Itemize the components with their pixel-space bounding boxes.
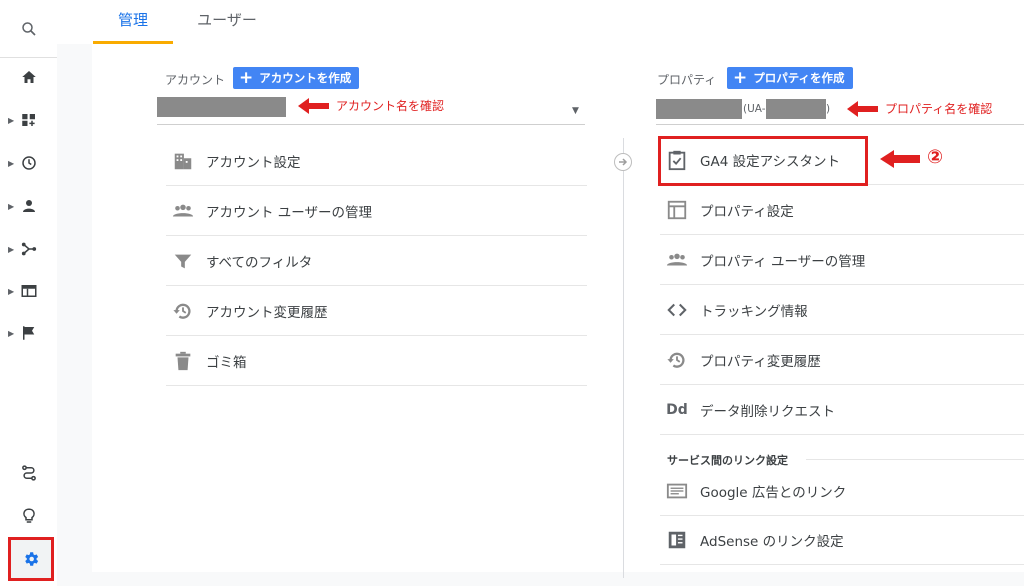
menu-label: アカウント設定 bbox=[206, 155, 301, 171]
behavior-icon bbox=[21, 285, 36, 297]
realtime-clock-icon bbox=[21, 156, 36, 170]
nav-conversions[interactable]: ▶ bbox=[0, 313, 57, 353]
nav-audience[interactable]: ▶ bbox=[0, 186, 57, 226]
search-button[interactable] bbox=[0, 0, 57, 58]
menu-tracking-info[interactable]: トラッキング情報 bbox=[660, 286, 1024, 335]
menu-property-user-management[interactable]: プロパティ ユーザーの管理 bbox=[660, 236, 1024, 285]
account-dropdown-caret-icon[interactable]: ▼ bbox=[572, 106, 579, 116]
menu-account-user-management[interactable]: アカウント ユーザーの管理 bbox=[166, 187, 587, 236]
nav-customization[interactable]: ▶ bbox=[0, 100, 57, 140]
link-section-divider bbox=[806, 459, 1024, 460]
menu-property-settings[interactable]: プロパティ設定 bbox=[660, 186, 1024, 235]
menu-label: ゴミ箱 bbox=[206, 355, 247, 371]
create-property-button[interactable]: + プロパティを作成 bbox=[727, 67, 853, 89]
menu-google-ads-link[interactable]: Google 広告とのリンク bbox=[660, 467, 1024, 516]
nav-home[interactable] bbox=[0, 57, 57, 97]
google-ads-icon bbox=[666, 480, 688, 502]
code-icon bbox=[666, 299, 688, 321]
menu-account-settings[interactable]: アカウント設定 bbox=[166, 137, 587, 186]
property-id-redacted bbox=[766, 99, 826, 119]
property-selector-underline[interactable] bbox=[656, 124, 1024, 125]
expand-caret-icon: ▶ bbox=[8, 244, 15, 254]
people-icon bbox=[172, 200, 194, 222]
expand-caret-icon: ▶ bbox=[8, 328, 15, 338]
nav-realtime[interactable]: ▶ bbox=[0, 143, 57, 183]
nav-behavior[interactable]: ▶ bbox=[0, 271, 57, 311]
customization-icon bbox=[21, 114, 35, 126]
callout-arrow-icon bbox=[880, 150, 920, 168]
nav-acquisition[interactable]: ▶ bbox=[0, 229, 57, 269]
home-icon bbox=[21, 71, 36, 83]
menu-label: AdSense のリンク設定 bbox=[700, 534, 844, 550]
property-code-suffix: ) bbox=[826, 103, 831, 115]
nav-attribution[interactable] bbox=[0, 453, 57, 493]
trash-icon bbox=[172, 350, 194, 372]
menu-trash[interactable]: ゴミ箱 bbox=[166, 337, 587, 386]
property-annotation: プロパティ名を確認 bbox=[885, 102, 993, 116]
menu-property-change-history[interactable]: プロパティ変更履歴 bbox=[660, 336, 1024, 385]
menu-label: アカウント ユーザーの管理 bbox=[206, 205, 373, 221]
dd-icon: Dd bbox=[666, 402, 688, 418]
account-selector-underline[interactable] bbox=[157, 124, 585, 125]
menu-label: アカウント変更履歴 bbox=[206, 305, 328, 321]
property-annotation-arrow-icon bbox=[847, 101, 878, 117]
menu-label: データ削除リクエスト bbox=[700, 404, 835, 420]
account-annotation-arrow-icon bbox=[298, 98, 329, 114]
create-account-label: アカウントを作成 bbox=[259, 71, 352, 85]
ga4-assistant-highlight-box bbox=[658, 136, 868, 186]
menu-label: プロパティ変更履歴 bbox=[700, 354, 821, 370]
expand-caret-icon: ▶ bbox=[8, 201, 15, 211]
left-nav-rail: ▶ ▶ ▶ ▶ ▶ ▶ bbox=[0, 0, 58, 586]
menu-label: Google 広告とのリンク bbox=[700, 485, 847, 501]
admin-settings-button[interactable] bbox=[8, 537, 54, 581]
account-name-redacted bbox=[157, 97, 286, 117]
audience-person-icon bbox=[22, 200, 35, 212]
property-code-prefix: (UA- bbox=[743, 103, 766, 115]
create-property-label: プロパティを作成 bbox=[753, 71, 845, 85]
menu-adsense-link[interactable]: AdSense のリンク設定 bbox=[660, 516, 1024, 565]
admin-tab-bar: 管理 ユーザー bbox=[57, 0, 1024, 44]
link-section-heading: サービス間のリンク設定 bbox=[667, 454, 788, 467]
tab-user[interactable]: ユーザー bbox=[187, 0, 267, 44]
menu-label: プロパティ設定 bbox=[700, 204, 794, 220]
create-account-button[interactable]: + アカウントを作成 bbox=[233, 67, 360, 89]
history-icon bbox=[666, 349, 688, 371]
property-name-redacted bbox=[656, 99, 742, 119]
filter-icon bbox=[172, 250, 194, 272]
acquisition-icon bbox=[21, 242, 36, 256]
property-label: プロパティ bbox=[657, 73, 717, 87]
menu-all-filters[interactable]: すべてのフィルタ bbox=[166, 237, 587, 286]
arrow-right-circle-icon bbox=[614, 153, 632, 171]
plus-icon: + bbox=[733, 68, 748, 88]
admin-gear-icon bbox=[25, 552, 39, 566]
building-icon bbox=[172, 150, 194, 172]
callout-number-2: ② bbox=[927, 146, 944, 168]
menu-data-deletion-request[interactable]: Dd データ削除リクエスト bbox=[660, 386, 1024, 435]
layout-icon bbox=[666, 199, 688, 221]
tab-admin[interactable]: 管理 bbox=[93, 0, 173, 44]
column-divider bbox=[623, 138, 624, 578]
history-icon bbox=[172, 300, 194, 322]
menu-label: プロパティ ユーザーの管理 bbox=[700, 254, 866, 270]
account-annotation: アカウント名を確認 bbox=[336, 99, 445, 113]
people-icon bbox=[666, 249, 688, 271]
nav-discover[interactable] bbox=[0, 496, 57, 536]
adsense-icon bbox=[666, 529, 688, 551]
conversions-flag-icon bbox=[22, 326, 34, 340]
menu-account-change-history[interactable]: アカウント変更履歴 bbox=[166, 287, 587, 336]
expand-caret-icon: ▶ bbox=[8, 158, 15, 168]
discover-lightbulb-icon bbox=[22, 508, 35, 523]
expand-caret-icon: ▶ bbox=[8, 115, 15, 125]
search-icon bbox=[21, 21, 36, 36]
attribution-icon bbox=[21, 465, 36, 481]
account-label: アカウント bbox=[165, 73, 226, 87]
menu-label: トラッキング情報 bbox=[700, 304, 808, 320]
menu-label: すべてのフィルタ bbox=[206, 255, 313, 271]
expand-caret-icon: ▶ bbox=[8, 286, 15, 296]
plus-icon: + bbox=[239, 68, 254, 88]
